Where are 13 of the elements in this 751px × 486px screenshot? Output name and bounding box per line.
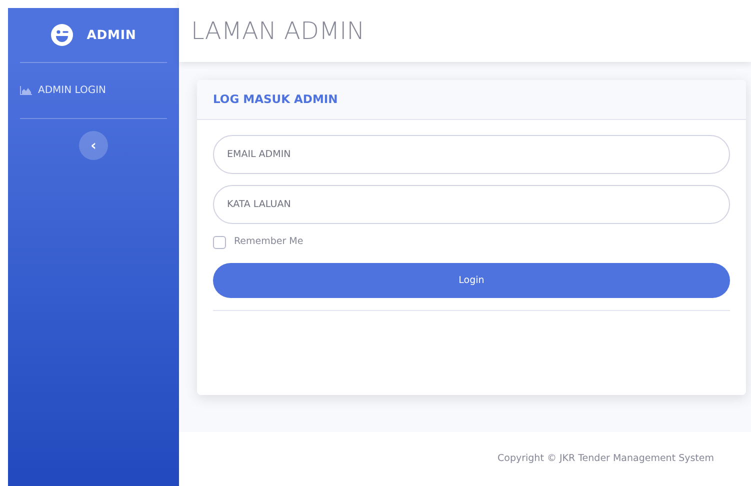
remember-label: Remember Me <box>234 235 304 249</box>
smiley-icon <box>50 24 73 46</box>
login-button[interactable]: Login <box>213 263 730 298</box>
page-title: LAMAN ADMIN <box>191 16 365 46</box>
sidebar-toggle-button[interactable]: ‹ <box>79 131 108 160</box>
input-field[interactable]: KATA LALUAN <box>213 185 730 224</box>
brand-name: ADMIN <box>86 26 136 44</box>
copyright-text: Copyright © JKR Tender Management System <box>498 452 714 466</box>
remember-checkbox[interactable] <box>213 236 226 249</box>
card-title: LOG MASUK ADMIN <box>213 90 338 108</box>
input-field[interactable]: EMAIL ADMIN <box>213 135 730 174</box>
area-chart-icon <box>20 86 32 95</box>
sidebar-item[interactable]: ADMIN LOGIN <box>8 63 179 118</box>
